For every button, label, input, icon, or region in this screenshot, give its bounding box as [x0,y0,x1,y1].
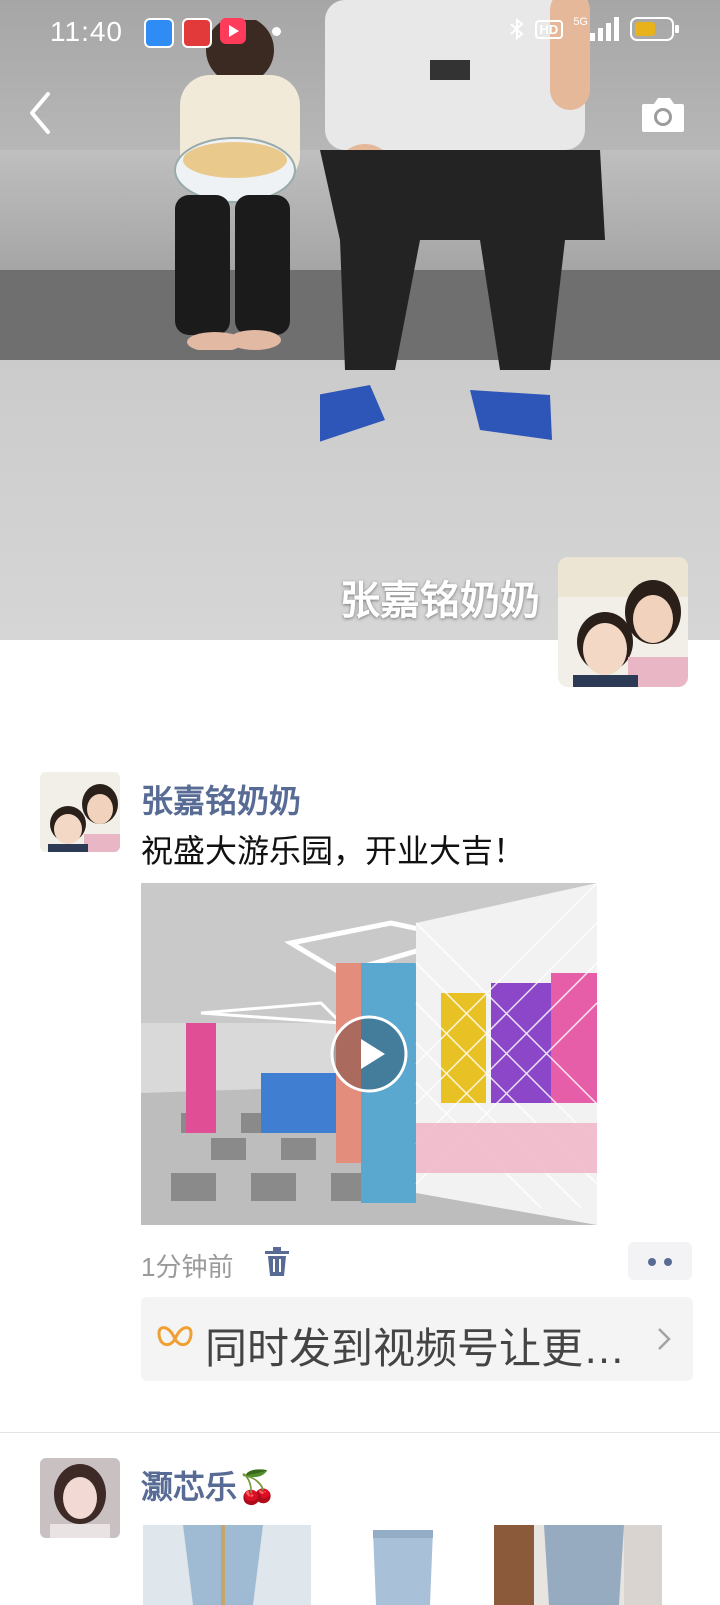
delete-trash-icon[interactable] [264,1247,290,1277]
cover-username: 张嘉铭奶奶 [340,579,540,623]
status-bar: 11:40 HD 5G [0,0,720,64]
back-arrow-icon[interactable] [24,88,64,138]
post-author[interactable]: 张嘉铭奶奶 [141,776,301,822]
network-label: 5G [573,16,588,28]
post-image-thumbnail[interactable] [494,1525,662,1605]
post-divider [0,1432,720,1433]
channels-butterfly-icon [157,1326,193,1347]
bluetooth-icon [509,17,524,41]
camera-icon[interactable] [640,94,686,134]
notification-dot-icon [272,27,281,36]
app-notification-icon-2 [182,18,212,48]
post-author[interactable]: 灏芯乐🍒 [141,1462,277,1508]
channels-share-text: 同时发到视频号让更多人看到 [205,1325,645,1372]
post-avatar[interactable] [40,1458,120,1538]
chevron-right-icon [658,1328,671,1350]
more-dot-icon [664,1258,672,1266]
cover-child-figure [174,20,300,350]
post-image-thumbnail[interactable] [143,1525,311,1605]
channels-share-bar[interactable]: 同时发到视频号让更多人看到 [141,1297,693,1381]
cover-avatar[interactable] [558,557,688,687]
cover-adult-figure [320,0,605,442]
hd-badge: HD [534,19,564,39]
cover-photo[interactable]: 11:40 HD 5G 张嘉铭奶奶 [0,0,720,640]
post-text: 祝盛大游乐园，开业大吉！ [141,833,526,869]
post-video-thumbnail[interactable] [141,883,597,1225]
post-timestamp: 1分钟前 [141,1252,234,1282]
more-dot-icon [648,1258,656,1266]
video-app-notification-icon [220,18,246,44]
signal-icon [590,17,619,41]
battery-icon [630,17,679,41]
app-notification-icon-1 [144,18,174,48]
post-avatar[interactable] [40,772,120,852]
video-play-icon[interactable] [329,1014,409,1094]
status-time: 11:40 [50,16,123,47]
status-right-cluster: HD 5G [509,16,680,42]
more-actions-button[interactable] [628,1242,692,1280]
post-image-thumbnail[interactable] [318,1525,486,1605]
